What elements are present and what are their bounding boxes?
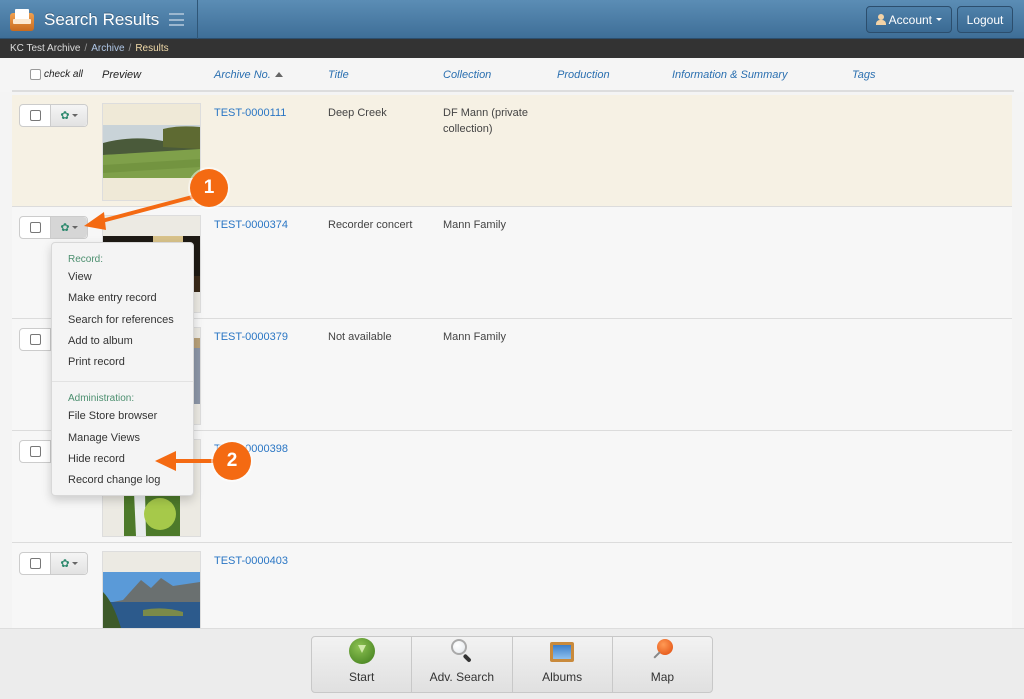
row-actions-dropdown-button[interactable]: ✿ [51,217,87,238]
record-title: Recorder concert [328,219,413,231]
menu-item-search-for-references[interactable]: Search for references [52,310,193,331]
menu-item-file-store-browser[interactable]: File Store browser [52,406,193,427]
mountain-lake-image [103,572,200,628]
map-pin-icon [649,638,675,664]
column-title[interactable]: Title [328,69,349,81]
record-collection: Mann Family [443,219,506,231]
table-header: check all Preview Archive No. Title Coll… [0,58,1024,92]
table-row: ✿ TEST-0000111 Deep Creek DF Mann (priva… [12,95,1012,207]
adv-search-label: Adv. Search [429,670,495,684]
menu-group-record: Record: [68,254,104,265]
row-actions: ✿ [19,216,88,239]
row-actions-dropdown-button[interactable]: ✿ [51,105,87,126]
annotation-marker-2: 2 [213,442,251,480]
column-information-summary[interactable]: Information & Summary [672,69,788,81]
row-checkbox[interactable] [29,334,41,345]
gear-icon: ✿ [60,110,70,122]
user-icon [876,14,886,25]
chevron-down-icon [71,562,78,565]
record-collection: DF Mann (private collection) [443,107,528,135]
breadcrumb-separator: / [84,43,88,54]
header-divider [12,90,1014,92]
row-select[interactable] [20,217,51,238]
menu-item-view[interactable]: View [52,267,193,288]
archive-tray-icon [10,8,34,31]
chevron-down-icon [936,18,942,21]
hamburger-menu-icon[interactable] [169,13,185,26]
check-all-label: check all [44,69,83,80]
menu-item-print-record[interactable]: Print record [52,352,193,373]
row-checkbox[interactable] [29,222,41,233]
search-icon [449,638,475,664]
breadcrumb-item-archive[interactable]: Archive [91,43,124,54]
albums-label: Albums [542,670,583,684]
record-collection: Mann Family [443,331,506,343]
check-all[interactable]: check all [30,69,83,80]
albums-button[interactable]: Albums [513,637,613,692]
account-label: Account [888,12,932,27]
row-actions-dropdown-button[interactable]: ✿ [51,553,87,574]
start-label: Start [348,670,375,684]
breadcrumb-item-results: Results [135,43,169,54]
record-title: Deep Creek [328,107,387,119]
row-select[interactable] [20,553,51,574]
column-tags[interactable]: Tags [852,69,875,81]
row-checkbox[interactable] [29,110,41,121]
menu-item-hide-record[interactable]: Hide record [52,449,193,470]
menu-group-administration: Administration: [68,393,135,405]
page-title: Search Results [44,9,160,29]
account-button[interactable]: Account [866,6,952,33]
archive-number-link[interactable]: TEST-0000374 [214,217,288,233]
check-all-checkbox[interactable] [30,69,41,80]
gear-icon: ✿ [60,558,70,570]
row-select[interactable] [20,329,51,350]
brand: Search Results [0,0,198,39]
grassy-hillside-image [103,125,200,178]
menu-divider [52,381,193,383]
breadcrumb-separator: / [128,43,132,54]
adv-search-button[interactable]: Adv. Search [412,637,513,692]
top-navbar: Search Results Account Logout [0,0,1024,39]
menu-item-add-to-album[interactable]: Add to album [52,331,193,352]
column-production[interactable]: Production [557,69,610,81]
row-actions: ✿ [19,104,88,127]
column-collection[interactable]: Collection [443,69,491,81]
breadcrumb: KC Test Archive / Archive / Results [0,39,1024,58]
gear-icon: ✿ [60,222,70,234]
row-select[interactable] [20,105,51,126]
column-archive-no[interactable]: Archive No. [214,69,283,81]
menu-item-make-entry-record[interactable]: Make entry record [52,288,193,309]
bottom-toolbar-area: Start Adv. Search Albums Map [0,628,1024,699]
logout-button[interactable]: Logout [957,6,1013,33]
row-actions: ✿ [19,552,88,575]
row-checkbox[interactable] [29,446,41,457]
row-checkbox[interactable] [29,558,41,569]
chevron-down-icon [71,226,78,229]
archive-number-link[interactable]: TEST-0000379 [214,329,288,345]
map-button[interactable]: Map [613,637,712,692]
albums-icon [549,638,575,664]
menu-item-manage-views[interactable]: Manage Views [52,428,193,449]
column-archive-no-label: Archive No. [214,69,271,81]
archive-number-link[interactable]: TEST-0000111 [214,105,286,121]
row-actions-menu: Record: View Make entry record Search fo… [51,242,194,496]
annotation-marker-1: 1 [190,169,228,207]
column-preview: Preview [102,69,142,81]
chevron-down-icon [71,114,78,117]
row-select[interactable] [20,441,51,462]
start-icon [348,638,375,664]
sort-ascending-icon [274,72,283,77]
start-button[interactable]: Start [312,637,413,692]
breadcrumb-item-home[interactable]: KC Test Archive [10,43,80,54]
archive-number-link[interactable]: TEST-0000403 [214,553,288,569]
map-label: Map [650,670,675,684]
bottom-toolbar: Start Adv. Search Albums Map [311,636,713,693]
record-title: Not available [328,331,392,343]
preview-thumbnail[interactable] [102,103,201,201]
menu-item-record-change-log[interactable]: Record change log [52,470,193,491]
